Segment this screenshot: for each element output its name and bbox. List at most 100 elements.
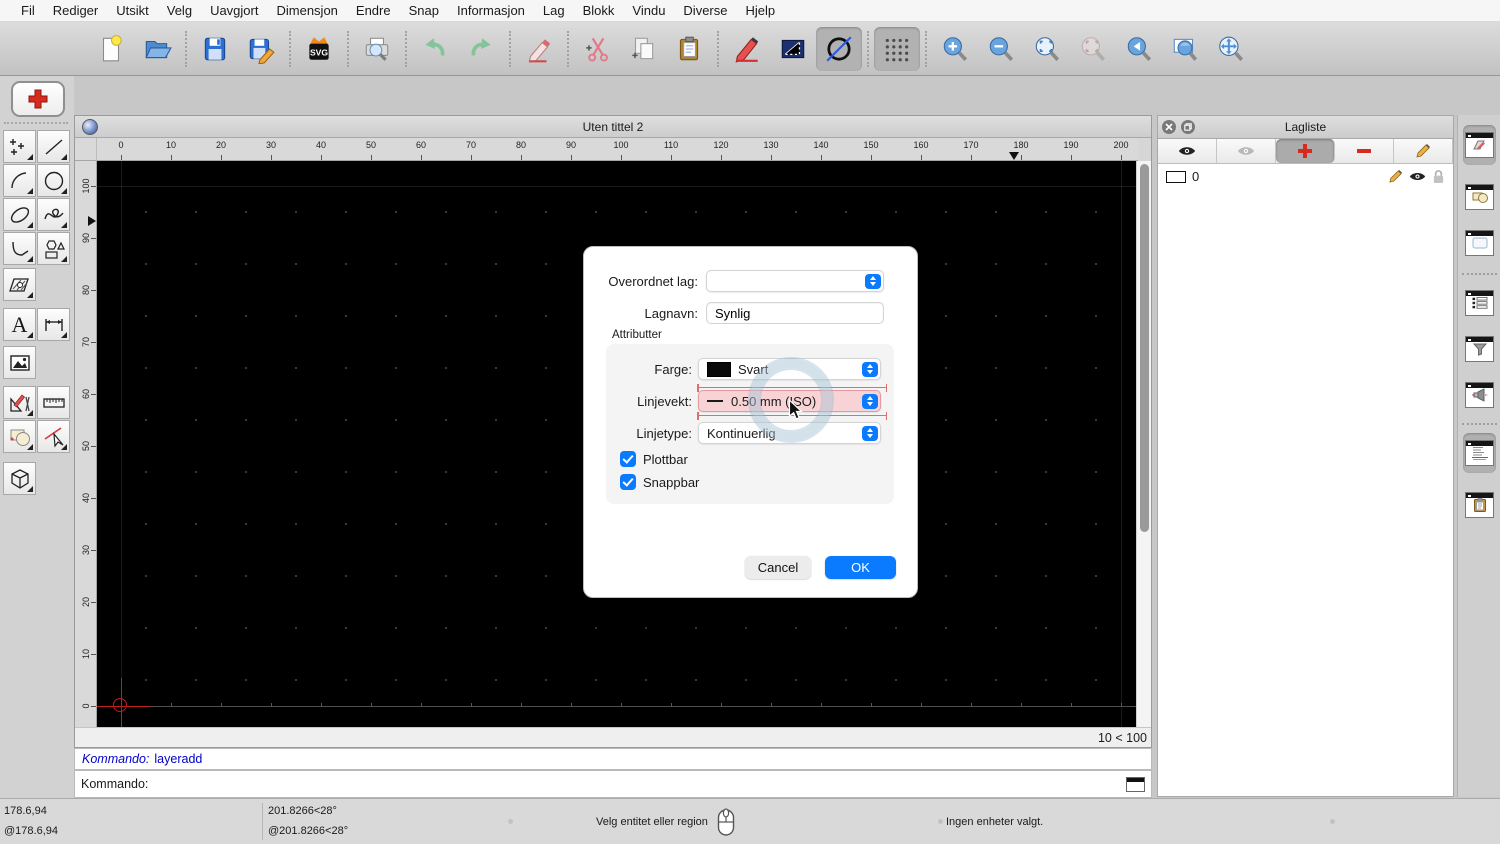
layer-lock-icon[interactable] xyxy=(1432,169,1445,184)
status-hint: Velg entitet eller region xyxy=(596,816,708,828)
selection-filter-dock-button[interactable] xyxy=(1463,329,1496,369)
menu-item-fil[interactable]: Fil xyxy=(12,0,44,22)
stepper-icon[interactable] xyxy=(861,425,878,441)
draft-mode-button[interactable] xyxy=(816,26,862,71)
layer-swatch-icon xyxy=(1166,170,1186,183)
checkbox-checked-icon[interactable] xyxy=(620,474,636,490)
text-tool-button[interactable]: A xyxy=(3,308,36,341)
menu-item-blokk[interactable]: Blokk xyxy=(574,0,624,22)
add-layer-button[interactable] xyxy=(1276,139,1335,163)
edit-attributes-button[interactable] xyxy=(724,27,770,71)
modify-tool-button[interactable] xyxy=(3,420,36,453)
new-file-button[interactable] xyxy=(88,27,134,71)
clipboard-dock-button[interactable] xyxy=(1463,485,1496,525)
zoom-previous-button[interactable] xyxy=(1070,27,1116,71)
grid-toggle-button[interactable] xyxy=(874,26,920,71)
menu-item-dimensjon[interactable]: Dimensjon xyxy=(267,0,346,22)
vertical-scrollbar[interactable] xyxy=(1136,161,1151,729)
scrollbar-thumb[interactable] xyxy=(1139,164,1149,532)
copy-button[interactable] xyxy=(620,27,666,71)
zoom-pan-button[interactable] xyxy=(1208,27,1254,71)
layer-panel-titlebar[interactable]: Lagliste xyxy=(1158,116,1453,139)
polyline-tool-button[interactable] xyxy=(3,232,36,265)
construction-tool-button[interactable] xyxy=(3,386,36,419)
zoom-auto-button[interactable] xyxy=(1024,27,1070,71)
points-tool-button[interactable] xyxy=(3,130,36,163)
spline-tool-button[interactable] xyxy=(37,198,70,231)
block-list-dock-button[interactable] xyxy=(1463,177,1496,217)
menu-item-snap[interactable]: Snap xyxy=(400,0,448,22)
hatch-tool-button[interactable] xyxy=(3,268,36,301)
delete-button[interactable] xyxy=(516,27,562,71)
ok-button[interactable]: OK xyxy=(825,556,896,579)
save-button[interactable] xyxy=(192,27,238,71)
redo-button[interactable] xyxy=(458,27,504,71)
show-all-layers-button[interactable] xyxy=(1158,139,1217,163)
menu-item-informasjon[interactable]: Informasjon xyxy=(448,0,534,22)
document-titlebar[interactable]: Uten tittel 2 xyxy=(75,116,1151,138)
layer-list-dock-button[interactable] xyxy=(1463,125,1496,165)
library-browser-dock-button[interactable] xyxy=(1463,223,1496,263)
parent-layer-select[interactable] xyxy=(706,270,884,292)
checkbox-checked-icon[interactable] xyxy=(620,451,636,467)
property-editor-dock-button[interactable] xyxy=(1463,283,1496,323)
menu-item-utsikt[interactable]: Utsikt xyxy=(107,0,158,22)
command-detach-button[interactable] xyxy=(1126,776,1145,792)
zoom-out-button[interactable] xyxy=(978,27,1024,71)
ruler-tick xyxy=(821,155,822,160)
cut-button[interactable] xyxy=(574,27,620,71)
float-panel-icon[interactable] xyxy=(1181,120,1195,134)
cancel-button[interactable]: Cancel xyxy=(745,556,811,579)
plottable-checkbox-row[interactable]: Plottbar xyxy=(620,451,688,467)
stepper-icon[interactable] xyxy=(864,273,881,289)
ruler-tick xyxy=(221,155,222,160)
undo-button[interactable] xyxy=(412,27,458,71)
menu-item-velg[interactable]: Velg xyxy=(158,0,201,22)
remove-layer-button[interactable] xyxy=(1335,139,1394,163)
reference-dock-button[interactable] xyxy=(1463,375,1496,415)
menu-item-lag[interactable]: Lag xyxy=(534,0,574,22)
ruler-tool-button[interactable] xyxy=(37,386,70,419)
layer-name-input[interactable] xyxy=(706,302,884,324)
line-tool-button[interactable] xyxy=(37,130,70,163)
close-icon[interactable] xyxy=(1162,120,1176,134)
menu-item-rediger[interactable]: Rediger xyxy=(44,0,108,22)
edit-layer-button[interactable] xyxy=(1394,139,1453,163)
circle-tool-button[interactable] xyxy=(37,164,70,197)
open-file-button[interactable] xyxy=(134,27,180,71)
select-tool-button[interactable] xyxy=(37,420,70,453)
stepper-icon[interactable] xyxy=(861,361,878,377)
menu-item-diverse[interactable]: Diverse xyxy=(674,0,736,22)
tools-home-button[interactable] xyxy=(11,81,65,117)
layer-visibility-icon[interactable] xyxy=(1409,171,1426,182)
command-input[interactable] xyxy=(154,776,1126,792)
order-button[interactable] xyxy=(770,27,816,71)
svg-export-button[interactable]: SVG xyxy=(296,27,342,71)
zoom-in-button[interactable] xyxy=(932,27,978,71)
ellipse-tool-button[interactable] xyxy=(3,198,36,231)
arc-tool-button[interactable] xyxy=(3,164,36,197)
image-tool-button[interactable] xyxy=(3,346,36,379)
zoom-window-button[interactable] xyxy=(1162,27,1208,71)
print-preview-button[interactable] xyxy=(354,27,400,71)
save-as-button[interactable] xyxy=(238,27,284,71)
command-line-dock-button[interactable] xyxy=(1463,433,1496,473)
zoom-back-button[interactable] xyxy=(1116,27,1162,71)
shapes-tool-button[interactable] xyxy=(37,232,70,265)
layer-panel-title: Lagliste xyxy=(1284,120,1327,134)
circle-slash-icon xyxy=(826,35,852,62)
layer-row[interactable]: 0 xyxy=(1158,164,1453,189)
menu-item-endre[interactable]: Endre xyxy=(347,0,400,22)
copy-icon xyxy=(632,37,654,59)
paste-button[interactable] xyxy=(666,27,712,71)
eye-open-icon xyxy=(1178,147,1196,155)
layer-edit-pencil-icon[interactable] xyxy=(1388,169,1403,184)
hide-all-layers-button[interactable] xyxy=(1217,139,1276,163)
menu-item-hjelp[interactable]: Hjelp xyxy=(737,0,785,22)
menu-item-vindu[interactable]: Vindu xyxy=(623,0,674,22)
solid-tool-button[interactable] xyxy=(3,462,36,495)
stepper-icon[interactable] xyxy=(861,393,878,409)
menu-item-uavgjort[interactable]: Uavgjort xyxy=(201,0,267,22)
snappable-checkbox-row[interactable]: Snappbar xyxy=(620,474,699,490)
dimension-tool-button[interactable] xyxy=(37,308,70,341)
